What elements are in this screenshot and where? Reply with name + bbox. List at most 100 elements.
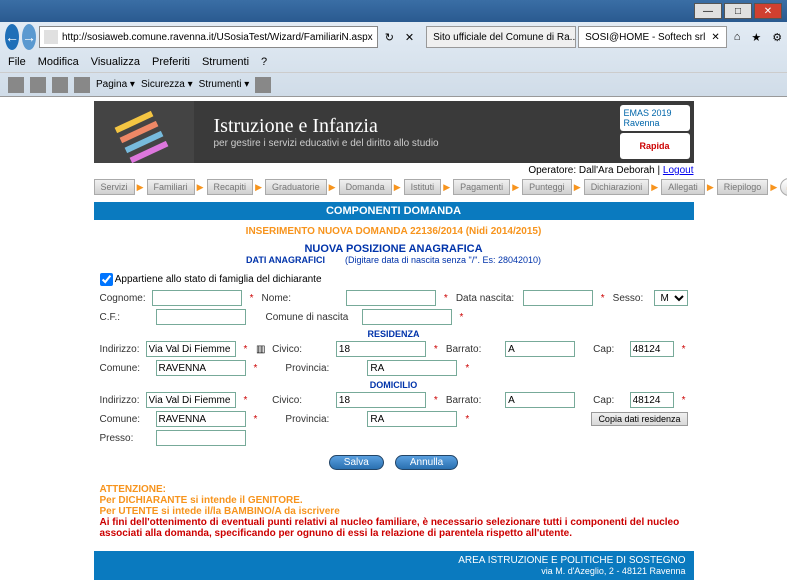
- section-residenza: RESIDENZA: [100, 329, 688, 339]
- menu-edit[interactable]: Modifica: [38, 56, 79, 68]
- bc-recapiti[interactable]: Recapiti: [207, 179, 254, 195]
- bc-graduatorie[interactable]: Graduatorie: [265, 179, 327, 195]
- label-dom-comune: Comune:: [100, 414, 150, 425]
- label-res-comune: Comune:: [100, 363, 150, 374]
- breadcrumb: Servizi Familiari Recapiti Graduatorie D…: [94, 178, 694, 196]
- bc-dichiarazioni[interactable]: Dichiarazioni: [584, 179, 650, 195]
- input-dom-cap[interactable]: [630, 392, 674, 408]
- lookup-icon[interactable]: ▥: [255, 344, 266, 355]
- label-res-provincia: Provincia:: [285, 363, 361, 374]
- browser-tab-0[interactable]: Sito ufficiale del Comune di Ra...: [426, 26, 576, 48]
- operator-name: Dall'Ara Deborah: [579, 165, 655, 176]
- input-res-barrato[interactable]: [505, 341, 575, 357]
- label-cognome: Cognome:: [100, 293, 146, 304]
- menu-bar: File Modifica Visualizza Preferiti Strum…: [0, 52, 787, 72]
- menu-tools[interactable]: Strumenti: [202, 56, 249, 68]
- input-res-indirizzo[interactable]: [146, 341, 236, 357]
- input-dom-barrato[interactable]: [505, 392, 575, 408]
- close-tab-icon[interactable]: ✕: [711, 32, 719, 43]
- input-data-nascita[interactable]: [523, 290, 593, 306]
- section-title: COMPONENTI DOMANDA: [94, 202, 694, 220]
- famiglia-checkbox[interactable]: [100, 273, 113, 286]
- label-dom-cap: Cap:: [593, 395, 623, 406]
- favorites-icon[interactable]: ★: [747, 31, 765, 44]
- attn-line2: Per UTENTE si intede il/la BAMBINO/A da …: [100, 506, 688, 517]
- browser-tab-1[interactable]: SOSI@HOME - Softech srl✕: [578, 26, 727, 48]
- menu-favorites[interactable]: Preferiti: [152, 56, 190, 68]
- input-res-provincia[interactable]: [367, 360, 457, 376]
- bc-riepilogo[interactable]: Riepilogo: [717, 179, 769, 195]
- bc-istituti[interactable]: Istituti: [404, 179, 442, 195]
- forward-button[interactable]: →: [22, 24, 36, 50]
- menu-view[interactable]: Visualizza: [91, 56, 140, 68]
- input-comune-nascita[interactable]: [362, 309, 452, 325]
- input-dom-comune[interactable]: [156, 411, 246, 427]
- attn-heading: ATTENZIONE:: [100, 484, 688, 495]
- home-icon[interactable]: ⌂: [730, 31, 745, 43]
- label-data-nascita: Data nascita:: [456, 293, 517, 304]
- window-maximize-button[interactable]: □: [724, 3, 752, 19]
- operator-prefix: Operatore:: [528, 165, 579, 176]
- home-round-icon[interactable]: ⌂: [780, 178, 787, 196]
- bc-punteggi[interactable]: Punteggi: [522, 179, 572, 195]
- input-cognome[interactable]: [152, 290, 242, 306]
- tab-strip: Sito ufficiale del Comune di Ra... SOSI@…: [426, 26, 727, 48]
- input-dom-provincia[interactable]: [367, 411, 457, 427]
- label-cf: C.F.:: [100, 312, 150, 323]
- tb-page-menu[interactable]: Pagina ▾: [96, 79, 135, 90]
- footer: AREA ISTRUZIONE E POLITICHE DI SOSTEGNO …: [94, 551, 694, 580]
- insert-title: INSERIMENTO NUOVA DOMANDA 22136/2014 (Ni…: [94, 220, 694, 243]
- attn-line3: Ai fini dell'ottenimento di eventuali pu…: [100, 517, 688, 539]
- bc-familiari[interactable]: Familiari: [147, 179, 195, 195]
- req-icon: *: [248, 293, 256, 304]
- logo-rapida: Rapida: [620, 133, 690, 159]
- stop-icon[interactable]: ✕: [401, 31, 418, 44]
- back-button[interactable]: ←: [5, 24, 19, 50]
- tb-help-icon[interactable]: [255, 77, 271, 93]
- main-container: COMPONENTI DOMANDA INSERIMENTO NUOVA DOM…: [94, 202, 694, 543]
- nav-bar: ← → http://sosiaweb.comune.ravenna.it/US…: [0, 22, 787, 52]
- bc-allegati[interactable]: Allegati: [661, 179, 705, 195]
- tb-print-icon[interactable]: [74, 77, 90, 93]
- save-button[interactable]: Salva: [329, 455, 384, 470]
- tb-feed-icon[interactable]: [30, 77, 46, 93]
- menu-file[interactable]: File: [8, 56, 26, 68]
- banner-image: [94, 101, 194, 163]
- input-dom-civico[interactable]: [336, 392, 426, 408]
- window-minimize-button[interactable]: —: [694, 3, 722, 19]
- input-res-comune[interactable]: [156, 360, 246, 376]
- dati-hint: DATI ANAGRAFICI(Digitare data di nascita…: [94, 255, 694, 269]
- cancel-button[interactable]: Annulla: [395, 455, 458, 470]
- bc-domanda[interactable]: Domanda: [339, 179, 392, 195]
- input-presso[interactable]: [156, 430, 246, 446]
- bc-pagamenti[interactable]: Pagamenti: [453, 179, 510, 195]
- attn-line1: Per DICHIARANTE si intende il GENITORE.: [100, 495, 688, 506]
- input-cf[interactable]: [156, 309, 246, 325]
- label-sesso: Sesso:: [613, 293, 648, 304]
- bc-servizi[interactable]: Servizi: [94, 179, 135, 195]
- browser-chrome: — □ ✕ ← → http://sosiaweb.comune.ravenna…: [0, 0, 787, 97]
- menu-help[interactable]: ?: [261, 56, 267, 68]
- tb-home-icon[interactable]: [8, 77, 24, 93]
- select-sesso[interactable]: M: [654, 290, 688, 306]
- logo-emas: EMAS 2019 Ravenna: [620, 105, 690, 131]
- copy-residenza-button[interactable]: Copia dati residenza: [591, 412, 687, 426]
- refresh-icon[interactable]: ↻: [381, 31, 398, 44]
- address-bar[interactable]: http://sosiaweb.comune.ravenna.it/USosia…: [39, 26, 378, 48]
- tb-security-menu[interactable]: Sicurezza ▾: [141, 79, 193, 90]
- footer-line1: AREA ISTRUZIONE E POLITICHE DI SOSTEGNO: [458, 555, 685, 566]
- tb-mail-icon[interactable]: [52, 77, 68, 93]
- input-dom-indirizzo[interactable]: [146, 392, 236, 408]
- tb-tools-menu[interactable]: Strumenti ▾: [199, 79, 250, 90]
- label-res-civico: Civico:: [272, 344, 330, 355]
- input-res-cap[interactable]: [630, 341, 674, 357]
- label-dom-barrato: Barrato:: [446, 395, 499, 406]
- label-res-indirizzo: Indirizzo:: [100, 344, 140, 355]
- input-nome[interactable]: [346, 290, 436, 306]
- position-title: NUOVA POSIZIONE ANAGRAFICA: [94, 243, 694, 255]
- window-close-button[interactable]: ✕: [754, 3, 782, 19]
- gear-icon[interactable]: ⚙: [768, 31, 786, 44]
- input-res-civico[interactable]: [336, 341, 426, 357]
- logout-link[interactable]: Logout: [663, 165, 694, 176]
- attention-box: ATTENZIONE: Per DICHIARANTE si intende i…: [94, 480, 694, 543]
